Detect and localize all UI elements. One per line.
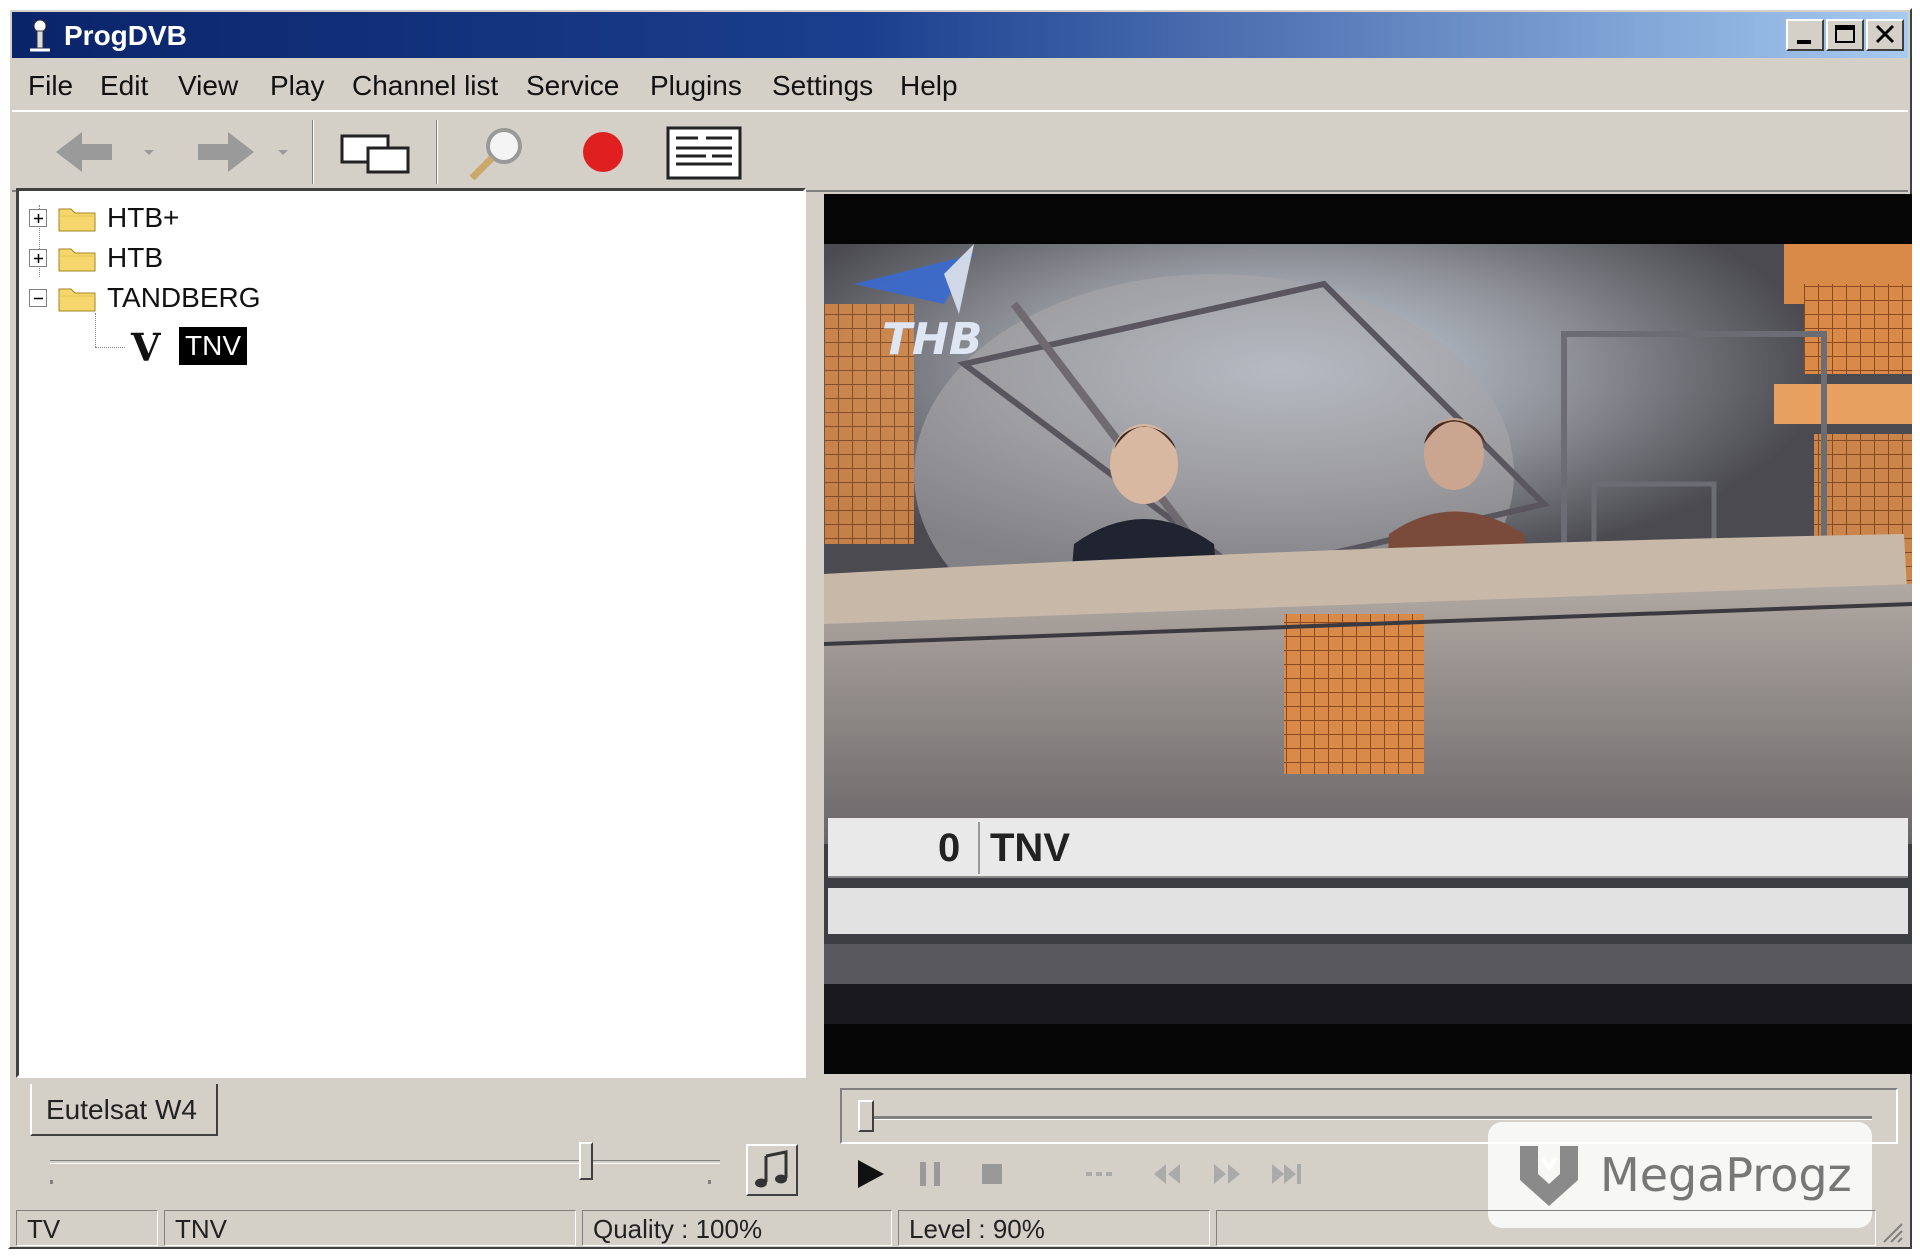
pause-icon[interactable] — [908, 1152, 954, 1196]
status-mode: TV — [16, 1210, 158, 1246]
menu-help[interactable]: Help — [900, 70, 958, 102]
tree-item-tnv-selected[interactable]: TNV — [179, 327, 247, 365]
status-channel-text: TNV — [175, 1214, 227, 1244]
tree-line — [95, 313, 96, 347]
toolbar-separator — [436, 120, 438, 184]
minimize-button[interactable] — [1786, 19, 1824, 51]
epg-icon[interactable] — [662, 122, 746, 182]
progdvb-window: ProgDVB File Edit View Play Channel list… — [8, 8, 1912, 1249]
tree-item-label: TANDBERG — [107, 282, 261, 313]
osd-channel-bar: 0 TNV — [828, 818, 1908, 878]
seek-track[interactable] — [872, 1116, 1872, 1120]
collapse-button[interactable] — [29, 289, 47, 307]
maximize-button[interactable] — [1826, 19, 1864, 51]
back-dropdown-icon[interactable] — [138, 122, 160, 182]
expand-button[interactable] — [29, 209, 47, 227]
skip-end-icon[interactable] — [1264, 1152, 1310, 1196]
status-extra — [1216, 1210, 1876, 1246]
osd-channel-number: 0 — [938, 826, 961, 870]
menu-view[interactable]: View — [178, 70, 238, 102]
status-channel: TNV — [164, 1210, 576, 1246]
folder-open-icon — [58, 288, 96, 312]
status-mode-text: TV — [27, 1214, 61, 1244]
back-arrow-icon[interactable] — [48, 122, 128, 182]
forward-arrow-icon[interactable] — [182, 122, 262, 182]
menu-file[interactable]: File — [28, 70, 73, 102]
seek-thumb[interactable] — [858, 1100, 874, 1132]
search-icon[interactable] — [458, 122, 542, 182]
status-quality: Quality : 100% — [582, 1210, 892, 1246]
tab-satellite[interactable]: Eutelsat W4 — [30, 1084, 218, 1136]
tab-satellite-label: Eutelsat W4 — [46, 1094, 197, 1125]
close-button[interactable] — [1866, 19, 1904, 51]
status-bar: TV TNV Quality : 100% Level : 90% — [12, 1208, 1908, 1248]
tree-item-label: НТВ+ — [107, 202, 180, 233]
volume-slider[interactable] — [50, 1160, 720, 1164]
plus-icon — [34, 254, 43, 263]
record-icon[interactable] — [568, 122, 638, 182]
close-icon — [1875, 24, 1895, 44]
menu-settings[interactable]: Settings — [772, 70, 873, 102]
audio-button[interactable] — [746, 1144, 798, 1196]
volume-ticks — [50, 1180, 711, 1184]
osd-info-bar — [828, 888, 1908, 934]
osd-channel-name: TNV — [990, 826, 1070, 870]
tree-item-ntv[interactable]: НТВ — [29, 239, 429, 277]
minus-icon — [34, 297, 43, 300]
status-quality-text: Quality : 100% — [593, 1214, 763, 1244]
app-icon — [30, 19, 50, 52]
menu-channel-list[interactable]: Channel list — [352, 70, 498, 102]
menu-play[interactable]: Play — [270, 70, 324, 102]
toolbar — [12, 110, 1908, 192]
tree-item-tandberg[interactable]: TANDBERG — [29, 279, 429, 317]
expand-button[interactable] — [29, 249, 47, 267]
osd-divider — [978, 822, 980, 874]
video-channel-icon: V — [131, 325, 161, 370]
toolbar-separator — [312, 120, 314, 184]
rewind-icon[interactable] — [1144, 1152, 1190, 1196]
minimize-icon — [1797, 40, 1811, 44]
status-level-text: Level : 90% — [909, 1214, 1045, 1244]
fast-forward-icon[interactable] — [1204, 1152, 1250, 1196]
window-title: ProgDVB — [64, 20, 187, 51]
tree-line — [95, 347, 125, 348]
status-level: Level : 90% — [898, 1210, 1210, 1246]
folder-icon — [58, 208, 96, 232]
resize-grip-icon[interactable] — [1880, 1220, 1904, 1244]
channel-logo-text: ТНВ — [882, 314, 982, 365]
stop-icon[interactable] — [970, 1152, 1016, 1196]
maximize-icon — [1835, 25, 1855, 43]
tree-item-ntv-plus[interactable]: НТВ+ — [29, 199, 429, 237]
menu-service[interactable]: Service — [526, 70, 619, 102]
folder-icon — [58, 248, 96, 272]
watermark-text: MegaProgz — [1600, 1148, 1852, 1202]
video-display[interactable]: ТНВ 0 TNV — [824, 194, 1912, 1074]
tree-item-label: НТВ — [107, 242, 163, 273]
menu-edit[interactable]: Edit — [100, 70, 148, 102]
megaprogz-logo-icon — [1520, 1146, 1578, 1206]
plus-icon — [34, 214, 43, 223]
title-bar[interactable]: ProgDVB — [12, 12, 1908, 58]
menu-plugins[interactable]: Plugins — [650, 70, 742, 102]
windows-icon[interactable] — [332, 122, 416, 182]
volume-slider-thumb[interactable] — [579, 1142, 593, 1180]
play-icon[interactable] — [848, 1152, 894, 1196]
slow-icon[interactable] — [1078, 1152, 1124, 1196]
channel-tree: НТВ+ НТВ TANDBERG V TNV — [16, 188, 806, 1078]
menu-bar: File Edit View Play Channel list Service… — [12, 62, 1908, 106]
music-note-icon — [755, 1150, 788, 1188]
forward-dropdown-icon[interactable] — [272, 122, 294, 182]
